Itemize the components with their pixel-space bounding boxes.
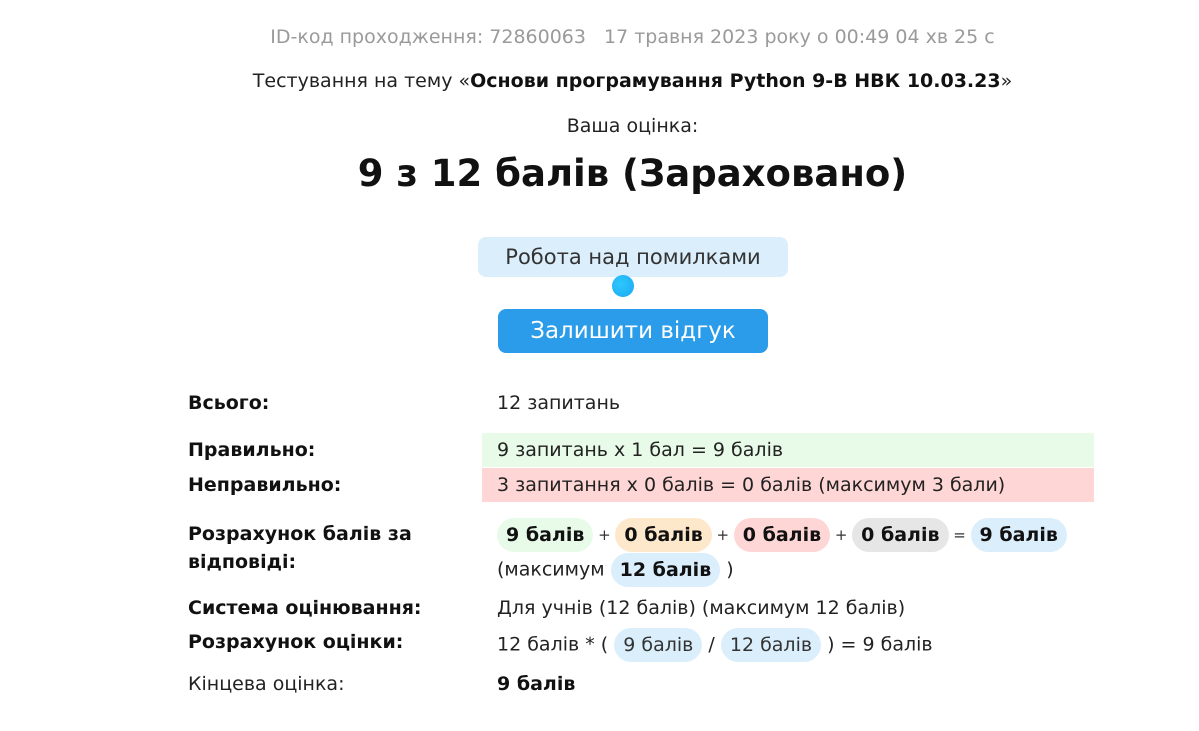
final-grade-value: 9 балів <box>497 673 576 695</box>
grading-system-label: Система оцінювання: <box>188 597 422 619</box>
attempt-datetime: 17 травня 2023 року о 00:49 04 хв 25 с <box>603 26 995 48</box>
total-points-pill: 9 балів <box>970 518 1067 552</box>
incorrect-label: Неправильно: <box>188 474 342 496</box>
partial-points-pill: 0 балів <box>615 518 712 552</box>
points-calc-formula: 9 балів +0 балів +0 балів +0 балів = 9 балів <box>497 518 1067 552</box>
test-title: Основи програмування Python 9-В НВК 10.0… <box>470 70 1001 92</box>
correct-label: Правильно: <box>188 439 316 461</box>
total-label: Всього: <box>188 392 270 414</box>
correct-points-pill: 9 балів <box>497 518 594 552</box>
correct-value: 9 запитань x 1 бал = 9 балів <box>497 439 784 461</box>
incorrect-value: 3 запитання x 0 балів = 0 балів (максиму… <box>497 474 1006 496</box>
work-on-mistakes-button[interactable]: Робота над помилками <box>478 237 788 277</box>
wrong-points-pill: 0 балів <box>733 518 831 552</box>
score-heading: 9 з 12 балів (Зараховано) <box>357 152 908 195</box>
total-value: 12 запитань <box>497 392 621 414</box>
leave-feedback-button[interactable]: Залишити відгук <box>498 309 768 353</box>
attempt-id: ID-код проходження: 72860063 <box>270 26 586 48</box>
pointer-dot-icon <box>612 275 634 297</box>
grading-system-value: Для учнів (12 балів) (максимум 12 балів) <box>497 597 906 619</box>
test-subject: Тестування на тему «Основи програмування… <box>252 70 1013 92</box>
your-grade-label: Ваша оцінка: <box>566 115 699 137</box>
max-grade-points-pill: 12 балів <box>720 628 822 662</box>
earned-points-pill: 9 балів <box>614 628 703 662</box>
attempt-meta: ID-код проходження: 72860063 17 травня 20… <box>0 26 1199 48</box>
skipped-points-pill: 0 балів <box>852 518 949 552</box>
final-grade-label: Кінцева оцінка: <box>188 673 345 695</box>
grade-calc-label: Розрахунок оцінки: <box>188 631 404 653</box>
max-points-pill: 12 балів <box>610 553 721 587</box>
points-max-line: (максимум 12 балів ) <box>497 553 734 587</box>
grade-calc-formula: 12 балів * ( 9 балів / 12 балів ) = 9 ба… <box>497 628 933 662</box>
points-calc-label: Розрахунок балів за відповіді: <box>188 523 412 573</box>
